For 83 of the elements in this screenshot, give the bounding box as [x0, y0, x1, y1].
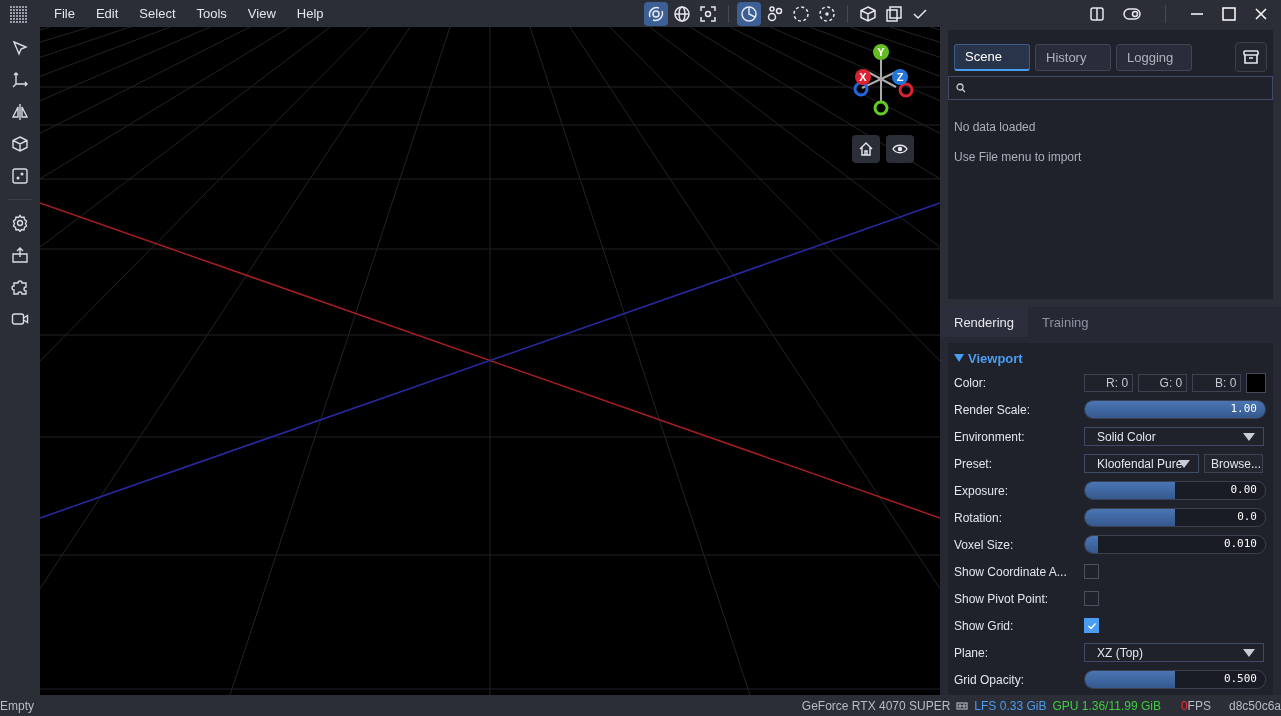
check-icon	[1086, 620, 1097, 631]
checkbox[interactable]	[1084, 591, 1099, 606]
lfs-memory: LFS 0.33 GiB	[974, 698, 1047, 713]
panel-tab[interactable]: Rendering	[940, 307, 1028, 337]
commit-hash: d8c50c6a	[1228, 698, 1281, 713]
setting-label: Voxel Size:	[954, 537, 1015, 552]
gpu-memory: GPU 1.36/11.99 GiB	[1052, 698, 1161, 713]
slider[interactable]: 0.500	[1084, 670, 1266, 689]
color-channel-field[interactable]: B: 0	[1192, 373, 1242, 392]
status-text: Empty	[0, 698, 34, 713]
menu-item[interactable]: Select	[129, 6, 187, 21]
menu-item[interactable]: File	[44, 6, 86, 21]
menu-item[interactable]: Help	[286, 6, 335, 21]
slider[interactable]: 0.010	[1084, 535, 1266, 554]
setting-label: Show Coordinate A...	[954, 564, 1068, 579]
z-axis-label[interactable]: Z	[892, 69, 908, 85]
home-button[interactable]	[852, 135, 880, 163]
checkbox[interactable]	[1084, 564, 1099, 579]
section-header[interactable]: Viewport	[954, 347, 1267, 369]
eye-button[interactable]	[886, 135, 914, 163]
split-panel-icon[interactable]	[1089, 5, 1105, 22]
panel-tab[interactable]: Training	[1028, 307, 1103, 337]
section-title: Viewport	[968, 350, 1023, 366]
slider-value: 1.00	[1230, 402, 1257, 415]
slider-value: 0.010	[1223, 537, 1257, 550]
panel-tab[interactable]: Scene	[954, 43, 1030, 71]
puzzle-icon[interactable]	[11, 278, 29, 296]
setting-label: Render Scale:	[954, 402, 1032, 417]
setting-label: Show Grid:	[954, 618, 1015, 633]
setting-label: Exposure:	[954, 483, 1010, 498]
setting-label: Environment:	[954, 429, 1026, 444]
mirror-icon[interactable]	[11, 103, 29, 121]
slider[interactable]: 0.0	[1084, 508, 1266, 527]
app-logo-icon	[8, 3, 28, 24]
color-channel-field[interactable]: R: 0	[1084, 373, 1134, 392]
orbit-icon[interactable]	[643, 1, 668, 26]
color-channel-field[interactable]: G: 0	[1138, 373, 1188, 392]
menu-item[interactable]: Tools	[186, 6, 238, 21]
archive-button[interactable]	[1235, 42, 1267, 72]
dropdown[interactable]: XZ (Top)	[1084, 643, 1264, 662]
slider-value: 0.0	[1237, 510, 1257, 523]
setting-label: Preset:	[954, 456, 993, 471]
slider[interactable]: 1.00	[1084, 400, 1266, 419]
color-swatch[interactable]	[1246, 372, 1266, 393]
home-icon	[858, 141, 874, 157]
setting-label: Color:	[954, 375, 987, 390]
slider-value: 0.500	[1223, 672, 1257, 685]
caret-icon	[954, 353, 964, 363]
browse-button[interactable]: Browse...	[1204, 454, 1263, 473]
setting-label: Show Pivot Point:	[954, 591, 1050, 606]
dice-icon[interactable]	[11, 167, 29, 185]
checkbox[interactable]	[1084, 618, 1099, 633]
close-icon[interactable]	[1254, 6, 1268, 21]
settings-icon[interactable]	[11, 214, 29, 232]
fps-value: 0	[1180, 698, 1188, 713]
toggle-icon[interactable]	[1123, 6, 1141, 21]
menu-item[interactable]: Edit	[85, 6, 130, 21]
dropdown[interactable]: Kloofendal Pure	[1084, 454, 1199, 473]
fps-unit: FPS	[1187, 698, 1211, 713]
slider-value: 0.00	[1230, 483, 1257, 496]
setting-label: Plane:	[954, 645, 990, 660]
gpu-name: GeForce RTX 4070 SUPER	[801, 698, 951, 713]
camera-icon[interactable]	[11, 310, 29, 328]
message-text: Use File menu to import	[954, 150, 1083, 164]
setting-label: Grid Opacity:	[954, 672, 1026, 687]
panel-tab[interactable]: History	[1035, 43, 1111, 71]
gpu-card-icon	[956, 700, 969, 711]
search-field[interactable]	[948, 76, 1273, 100]
export-icon[interactable]	[11, 246, 29, 264]
cube-icon[interactable]	[11, 135, 29, 153]
menu-item[interactable]: View	[237, 6, 287, 21]
search-icon	[956, 83, 966, 93]
panel-tab[interactable]: Logging	[1116, 43, 1192, 71]
slider[interactable]: 0.00	[1084, 481, 1266, 500]
x-axis-label[interactable]: X	[855, 69, 871, 85]
maximize-icon[interactable]	[1222, 6, 1236, 21]
axes-icon[interactable]	[11, 71, 29, 89]
pointer-icon[interactable]	[11, 39, 29, 57]
pie-icon[interactable]	[736, 1, 761, 26]
dropdown[interactable]: Solid Color	[1084, 427, 1264, 446]
message-text: No data loaded	[954, 120, 1037, 134]
setting-label: Rotation:	[954, 510, 1004, 525]
archive-icon	[1242, 48, 1260, 66]
